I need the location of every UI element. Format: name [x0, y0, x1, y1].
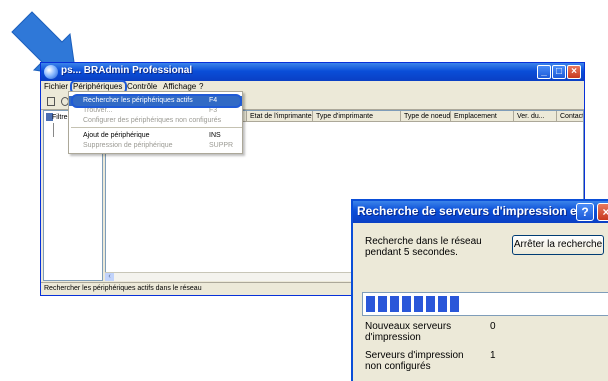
progress-block	[414, 296, 423, 312]
menu-item-shortcut: INS	[209, 132, 221, 139]
tree-line	[53, 123, 54, 137]
col-header-type[interactable]: Type d'imprimante	[313, 111, 401, 122]
menu-affichage[interactable]: Affichage	[163, 82, 196, 91]
title-bar: ps... BRAdmin Professional _ □ ×	[41, 63, 584, 81]
menu-item-ajout[interactable]: Ajout de périphérique INS	[69, 131, 242, 141]
dialog-message: Recherche dans le réseau pendant 5 secon…	[365, 236, 482, 258]
unconfigured-servers-label: Serveurs d'impression non configurés	[365, 350, 464, 372]
dialog-title: Recherche de serveurs d'impression e...	[357, 204, 587, 218]
col-header-etat[interactable]: Etat de l'imprimante	[247, 111, 313, 122]
app-icon	[44, 65, 58, 79]
menu-fichier[interactable]: Fichier	[44, 82, 68, 91]
close-button[interactable]: ×	[567, 65, 581, 79]
col-header-noeud[interactable]: Type de noeud	[401, 111, 451, 122]
search-dialog: Recherche de serveurs d'impression e... …	[351, 199, 608, 381]
search-progress-bar	[362, 292, 608, 316]
menu-item-label: Configurer des périphériques non configu…	[83, 117, 222, 124]
col-header-emplacement[interactable]: Emplacement	[451, 111, 514, 122]
menu-item-label: Ajout de périphérique	[83, 132, 150, 139]
progress-block	[366, 296, 375, 312]
unconfigured-servers-value: 1	[490, 350, 496, 361]
progress-block	[378, 296, 387, 312]
dialog-close-button[interactable]: ×	[597, 203, 608, 221]
new-servers-value: 0	[490, 321, 496, 332]
progress-block	[450, 296, 459, 312]
col-header-contact[interactable]: Contact	[557, 111, 583, 122]
menu-item-shortcut: SUPPR	[209, 142, 234, 149]
dialog-title-bar: Recherche de serveurs d'impression e... …	[353, 201, 608, 223]
status-text: Rechercher les périphériques actifs dans…	[44, 285, 202, 292]
stop-search-button[interactable]: Arrêter la recherche	[512, 235, 604, 255]
document-icon[interactable]	[47, 97, 55, 106]
col-header-version[interactable]: Ver. du...	[514, 111, 557, 122]
scroll-left-icon[interactable]: ‹	[105, 273, 114, 281]
progress-block	[402, 296, 411, 312]
minimize-button[interactable]: _	[537, 65, 551, 79]
menu-item-configurer[interactable]: Configurer des périphériques non configu…	[69, 116, 242, 126]
help-button[interactable]: ?	[576, 203, 594, 221]
menu-controle[interactable]: Contrôle	[127, 82, 157, 91]
new-servers-label: Nouveaux serveurs d'impression	[365, 321, 452, 343]
progress-block	[426, 296, 435, 312]
window-title: ps... BRAdmin Professional	[61, 65, 193, 76]
maximize-button[interactable]: □	[552, 65, 566, 79]
menu-item-suppression[interactable]: Suppression de périphérique SUPPR	[69, 141, 242, 151]
menu-item-label: Suppression de périphérique	[83, 142, 173, 149]
tree-filter-label[interactable]: Filtre	[52, 114, 68, 121]
menu-separator	[71, 127, 242, 128]
menu-item-callout-outline	[71, 94, 242, 108]
menu-help[interactable]: ?	[199, 82, 203, 91]
progress-block	[390, 296, 399, 312]
progress-block	[438, 296, 447, 312]
